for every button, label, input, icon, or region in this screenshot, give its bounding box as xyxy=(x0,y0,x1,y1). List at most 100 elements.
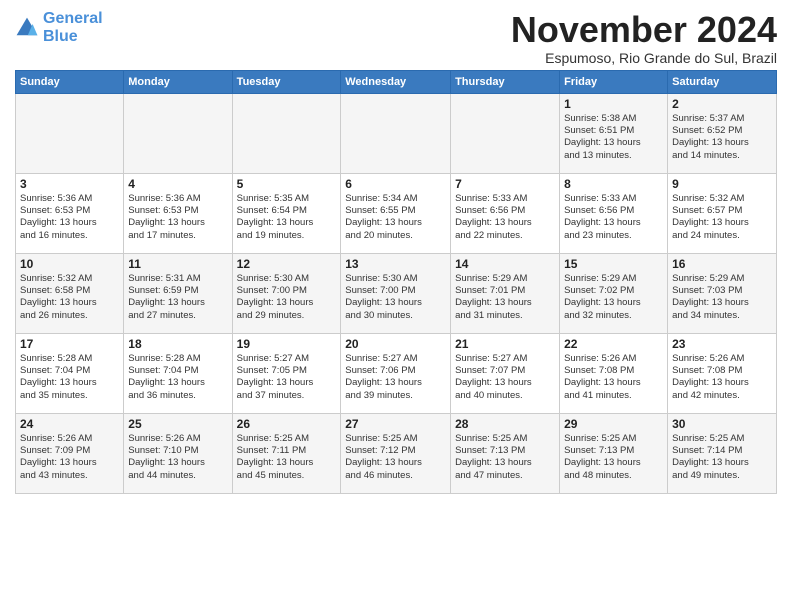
day-info: Sunrise: 5:27 AM Sunset: 7:05 PM Dayligh… xyxy=(237,353,337,402)
calendar-cell: 19 Sunrise: 5:27 AM Sunset: 7:05 PM Dayli… xyxy=(232,333,341,413)
day-number: 9 xyxy=(672,177,772,191)
day-number: 28 xyxy=(455,417,555,431)
day-info: Sunrise: 5:28 AM Sunset: 7:04 PM Dayligh… xyxy=(20,353,119,402)
day-info: Sunrise: 5:36 AM Sunset: 6:53 PM Dayligh… xyxy=(20,193,119,242)
header: General Blue November 2024 Espumoso, Rio… xyxy=(15,10,777,66)
day-info: Sunrise: 5:27 AM Sunset: 7:06 PM Dayligh… xyxy=(345,353,446,402)
day-number: 3 xyxy=(20,177,119,191)
calendar-cell: 28 Sunrise: 5:25 AM Sunset: 7:13 PM Dayli… xyxy=(451,413,560,493)
calendar-cell: 15 Sunrise: 5:29 AM Sunset: 7:02 PM Dayli… xyxy=(560,253,668,333)
day-info: Sunrise: 5:33 AM Sunset: 6:56 PM Dayligh… xyxy=(564,193,663,242)
day-number: 24 xyxy=(20,417,119,431)
day-number: 19 xyxy=(237,337,337,351)
calendar-cell: 2 Sunrise: 5:37 AM Sunset: 6:52 PM Daylig… xyxy=(668,93,777,173)
day-info: Sunrise: 5:30 AM Sunset: 7:00 PM Dayligh… xyxy=(345,273,446,322)
day-number: 29 xyxy=(564,417,663,431)
calendar-cell: 27 Sunrise: 5:25 AM Sunset: 7:12 PM Dayli… xyxy=(341,413,451,493)
day-number: 27 xyxy=(345,417,446,431)
calendar-cell: 17 Sunrise: 5:28 AM Sunset: 7:04 PM Dayli… xyxy=(16,333,124,413)
day-info: Sunrise: 5:32 AM Sunset: 6:57 PM Dayligh… xyxy=(672,193,772,242)
day-number: 12 xyxy=(237,257,337,271)
subtitle: Espumoso, Rio Grande do Sul, Brazil xyxy=(511,50,777,66)
day-number: 15 xyxy=(564,257,663,271)
day-info: Sunrise: 5:26 AM Sunset: 7:08 PM Dayligh… xyxy=(564,353,663,402)
calendar-cell: 12 Sunrise: 5:30 AM Sunset: 7:00 PM Dayli… xyxy=(232,253,341,333)
day-number: 4 xyxy=(128,177,227,191)
calendar-cell: 30Sunrise: 5:25 AM Sunset: 7:14 PM Dayli… xyxy=(668,413,777,493)
calendar-cell xyxy=(341,93,451,173)
logo-line1: General xyxy=(43,10,103,27)
calendar-cell: 29Sunrise: 5:25 AM Sunset: 7:13 PM Dayli… xyxy=(560,413,668,493)
calendar-cell: 6 Sunrise: 5:34 AM Sunset: 6:55 PM Daylig… xyxy=(341,173,451,253)
day-number: 17 xyxy=(20,337,119,351)
day-number: 21 xyxy=(455,337,555,351)
calendar-cell: 7 Sunrise: 5:33 AM Sunset: 6:56 PM Daylig… xyxy=(451,173,560,253)
calendar-cell: 20 Sunrise: 5:27 AM Sunset: 7:06 PM Dayli… xyxy=(341,333,451,413)
logo-text: General Blue xyxy=(43,10,103,45)
calendar-cell xyxy=(124,93,232,173)
calendar-week-4: 24 Sunrise: 5:26 AM Sunset: 7:09 PM Dayli… xyxy=(16,413,777,493)
month-title: November 2024 xyxy=(511,10,777,50)
calendar-cell: 10Sunrise: 5:32 AM Sunset: 6:58 PM Dayli… xyxy=(16,253,124,333)
day-number: 25 xyxy=(128,417,227,431)
day-number: 8 xyxy=(564,177,663,191)
calendar-cell xyxy=(232,93,341,173)
day-info: Sunrise: 5:35 AM Sunset: 6:54 PM Dayligh… xyxy=(237,193,337,242)
day-number: 7 xyxy=(455,177,555,191)
day-info: Sunrise: 5:32 AM Sunset: 6:58 PM Dayligh… xyxy=(20,273,119,322)
calendar-cell: 26Sunrise: 5:25 AM Sunset: 7:11 PM Dayli… xyxy=(232,413,341,493)
calendar-cell: 22 Sunrise: 5:26 AM Sunset: 7:08 PM Dayli… xyxy=(560,333,668,413)
calendar-cell: 25 Sunrise: 5:26 AM Sunset: 7:10 PM Dayli… xyxy=(124,413,232,493)
calendar-week-1: 3 Sunrise: 5:36 AM Sunset: 6:53 PM Daylig… xyxy=(16,173,777,253)
calendar-cell: 13 Sunrise: 5:30 AM Sunset: 7:00 PM Dayli… xyxy=(341,253,451,333)
calendar-cell: 3 Sunrise: 5:36 AM Sunset: 6:53 PM Daylig… xyxy=(16,173,124,253)
calendar-cell: 4Sunrise: 5:36 AM Sunset: 6:53 PM Daylig… xyxy=(124,173,232,253)
calendar-cell xyxy=(16,93,124,173)
day-number: 2 xyxy=(672,97,772,111)
calendar-cell xyxy=(451,93,560,173)
logo: General Blue xyxy=(15,10,103,45)
day-info: Sunrise: 5:25 AM Sunset: 7:12 PM Dayligh… xyxy=(345,433,446,482)
calendar-cell: 14Sunrise: 5:29 AM Sunset: 7:01 PM Dayli… xyxy=(451,253,560,333)
day-info: Sunrise: 5:34 AM Sunset: 6:55 PM Dayligh… xyxy=(345,193,446,242)
calendar-cell: 16Sunrise: 5:29 AM Sunset: 7:03 PM Dayli… xyxy=(668,253,777,333)
col-friday: Friday xyxy=(560,70,668,93)
day-number: 22 xyxy=(564,337,663,351)
day-info: Sunrise: 5:26 AM Sunset: 7:08 PM Dayligh… xyxy=(672,353,772,402)
calendar-table: Sunday Monday Tuesday Wednesday Thursday… xyxy=(15,70,777,494)
day-info: Sunrise: 5:38 AM Sunset: 6:51 PM Dayligh… xyxy=(564,113,663,162)
day-info: Sunrise: 5:26 AM Sunset: 7:09 PM Dayligh… xyxy=(20,433,119,482)
calendar-week-3: 17 Sunrise: 5:28 AM Sunset: 7:04 PM Dayli… xyxy=(16,333,777,413)
day-info: Sunrise: 5:30 AM Sunset: 7:00 PM Dayligh… xyxy=(237,273,337,322)
col-sunday: Sunday xyxy=(16,70,124,93)
day-info: Sunrise: 5:37 AM Sunset: 6:52 PM Dayligh… xyxy=(672,113,772,162)
calendar-cell: 8 Sunrise: 5:33 AM Sunset: 6:56 PM Daylig… xyxy=(560,173,668,253)
day-info: Sunrise: 5:25 AM Sunset: 7:13 PM Dayligh… xyxy=(455,433,555,482)
calendar-cell: 23 Sunrise: 5:26 AM Sunset: 7:08 PM Dayli… xyxy=(668,333,777,413)
col-wednesday: Wednesday xyxy=(341,70,451,93)
day-info: Sunrise: 5:27 AM Sunset: 7:07 PM Dayligh… xyxy=(455,353,555,402)
calendar-cell: 11Sunrise: 5:31 AM Sunset: 6:59 PM Dayli… xyxy=(124,253,232,333)
logo-line2: Blue xyxy=(43,28,78,45)
col-tuesday: Tuesday xyxy=(232,70,341,93)
calendar-cell: 24 Sunrise: 5:26 AM Sunset: 7:09 PM Dayli… xyxy=(16,413,124,493)
day-info: Sunrise: 5:29 AM Sunset: 7:02 PM Dayligh… xyxy=(564,273,663,322)
day-number: 20 xyxy=(345,337,446,351)
day-info: Sunrise: 5:29 AM Sunset: 7:01 PM Dayligh… xyxy=(455,273,555,322)
col-thursday: Thursday xyxy=(451,70,560,93)
title-block: November 2024 Espumoso, Rio Grande do Su… xyxy=(511,10,777,66)
col-monday: Monday xyxy=(124,70,232,93)
day-info: Sunrise: 5:25 AM Sunset: 7:11 PM Dayligh… xyxy=(237,433,337,482)
day-info: Sunrise: 5:26 AM Sunset: 7:10 PM Dayligh… xyxy=(128,433,227,482)
calendar-cell: 18Sunrise: 5:28 AM Sunset: 7:04 PM Dayli… xyxy=(124,333,232,413)
logo-icon xyxy=(15,16,39,40)
calendar-header: Sunday Monday Tuesday Wednesday Thursday… xyxy=(16,70,777,93)
day-number: 23 xyxy=(672,337,772,351)
day-info: Sunrise: 5:33 AM Sunset: 6:56 PM Dayligh… xyxy=(455,193,555,242)
day-number: 13 xyxy=(345,257,446,271)
day-number: 16 xyxy=(672,257,772,271)
day-info: Sunrise: 5:28 AM Sunset: 7:04 PM Dayligh… xyxy=(128,353,227,402)
day-number: 1 xyxy=(564,97,663,111)
calendar-week-0: 1 Sunrise: 5:38 AM Sunset: 6:51 PM Daylig… xyxy=(16,93,777,173)
day-number: 6 xyxy=(345,177,446,191)
